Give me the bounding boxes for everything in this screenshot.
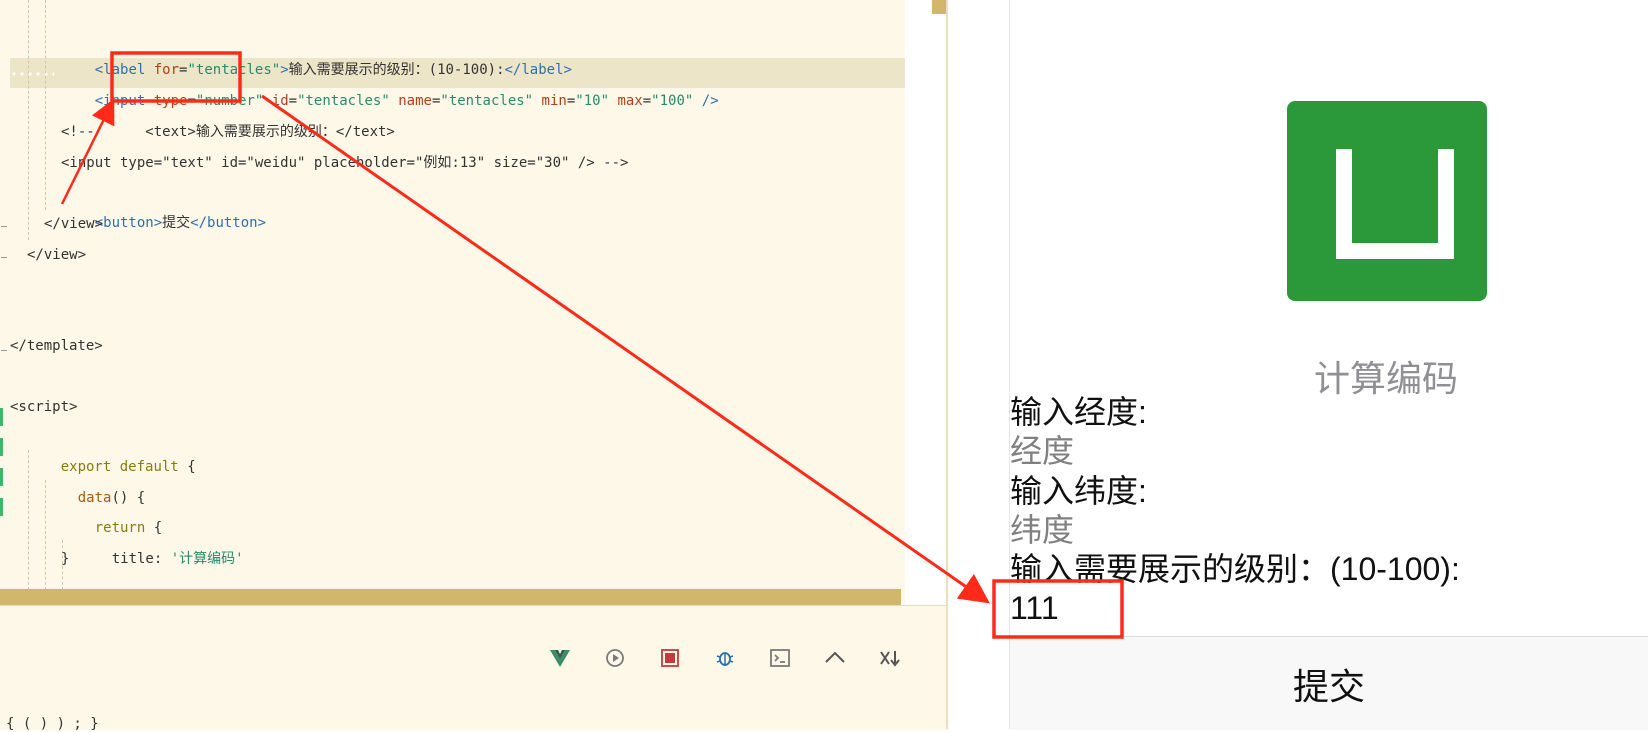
code-line-export: export default { bbox=[60, 459, 196, 475]
stop-icon[interactable] bbox=[658, 646, 682, 670]
code-line-comment: <input type="text" id="weidu" placeholde… bbox=[61, 155, 629, 171]
code-line-button: <button>提交</button> bbox=[94, 215, 267, 231]
splitter-line bbox=[946, 0, 948, 729]
code-line-template-close: </template> bbox=[10, 338, 103, 354]
page-title: 计算编码 bbox=[1314, 359, 1459, 400]
longitude-label: 输入经度: bbox=[1010, 394, 1147, 430]
submit-button[interactable]: 提交 bbox=[1010, 636, 1648, 730]
app-logo bbox=[1287, 101, 1487, 301]
latitude-label: 输入纬度: bbox=[1010, 473, 1147, 509]
git-change-marker bbox=[0, 498, 3, 516]
run-icon[interactable] bbox=[603, 646, 627, 670]
code-line-brace: } bbox=[61, 551, 70, 567]
fold-marker[interactable] bbox=[1, 257, 7, 258]
chevron-up-icon[interactable] bbox=[823, 646, 847, 670]
fold-marker[interactable] bbox=[1, 226, 7, 227]
code-line-return: return { bbox=[94, 520, 163, 536]
git-change-marker bbox=[0, 408, 3, 426]
latitude-input[interactable]: 纬度 bbox=[1010, 510, 1074, 550]
fold-marker[interactable] bbox=[1, 350, 7, 351]
code-editor[interactable]: <label for="tentacles">输入需要展示的级别：(10-100… bbox=[0, 0, 905, 605]
panel-splitter[interactable] bbox=[946, 0, 1009, 729]
debug-icon[interactable] bbox=[713, 646, 737, 670]
git-change-marker bbox=[0, 468, 3, 486]
code-line-title: title: '计算编码' bbox=[111, 551, 244, 567]
vertical-scrollbar-thumb[interactable] bbox=[932, 0, 946, 14]
code-line-script-open: <script> bbox=[10, 399, 78, 415]
terminal-icon[interactable] bbox=[768, 646, 792, 670]
code-line-view-close: </view> bbox=[27, 247, 87, 263]
vue-icon[interactable] bbox=[548, 646, 572, 670]
clear-icon[interactable] bbox=[878, 646, 902, 670]
code-line-input: <input type="number" id="tentacles" name… bbox=[94, 93, 719, 109]
code-line-comment: <!-- <text>输入需要展示的级别：</text> bbox=[61, 124, 395, 140]
code-line-label: <label for="tentacles">输入需要展示的级别：(10-100… bbox=[94, 62, 572, 78]
longitude-input[interactable]: 经度 bbox=[1010, 431, 1074, 471]
indent-guide bbox=[45, 0, 46, 210]
logo-u-shape bbox=[1336, 149, 1454, 259]
code-line-data: data() { bbox=[77, 490, 146, 506]
indent-guide bbox=[28, 0, 29, 240]
code-line-view-close: </view> bbox=[44, 216, 104, 232]
console-output: { ( ) ) ; } bbox=[6, 716, 99, 732]
whitespace-dots bbox=[10, 72, 54, 76]
level-input[interactable]: 111 bbox=[1010, 588, 1059, 628]
console-panel: { ( ) ) ; } bbox=[0, 605, 948, 732]
horizontal-scrollbar[interactable] bbox=[0, 589, 901, 605]
level-label: 输入需要展示的级别：(10-100): bbox=[1010, 551, 1460, 587]
git-change-marker bbox=[0, 438, 3, 456]
